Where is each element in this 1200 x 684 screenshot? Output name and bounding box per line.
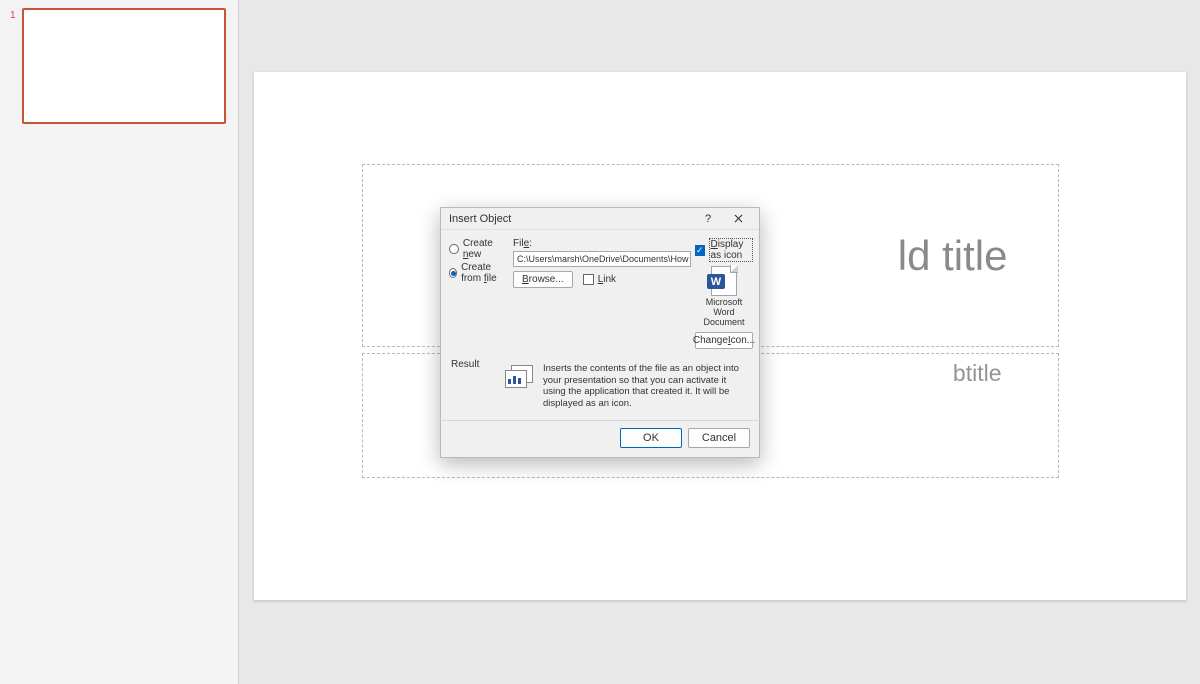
dialog-left-column: Create new Create from file File: C:\Use… xyxy=(449,238,691,349)
checkbox-icon xyxy=(695,245,705,256)
radio-create-new-label: Create new xyxy=(463,238,513,260)
checkbox-icon xyxy=(583,274,594,285)
close-button[interactable] xyxy=(723,209,753,229)
result-label: Result xyxy=(451,357,495,411)
display-as-icon-label: Display as icon xyxy=(709,238,753,262)
file-path-input[interactable]: C:\Users\marsh\OneDrive\Documents\How to… xyxy=(513,251,691,267)
slide-thumbnail-row[interactable]: 1 xyxy=(10,8,228,124)
insert-object-dialog: Insert Object ? Create new Create from f… xyxy=(440,207,760,458)
change-icon-button[interactable]: Change Icon... xyxy=(695,332,753,349)
close-icon xyxy=(734,214,743,223)
radio-create-from-file-label: Create from file xyxy=(461,262,513,284)
dialog-footer: OK Cancel xyxy=(441,421,759,457)
dialog-title: Insert Object xyxy=(449,213,693,225)
slide-number: 1 xyxy=(10,8,16,21)
slide-thumbnail[interactable] xyxy=(22,8,226,124)
browse-button[interactable]: Browse... xyxy=(513,271,573,288)
icon-caption: Microsoft Word Document xyxy=(695,298,753,328)
result-description: Inserts the contents of the file as an o… xyxy=(543,357,749,411)
dialog-right-column: Display as icon W Microsoft Word Documen… xyxy=(695,238,753,349)
dialog-titlebar[interactable]: Insert Object ? xyxy=(441,208,759,230)
radio-create-new[interactable]: Create new xyxy=(449,238,513,260)
dialog-body: Create new Create from file File: C:\Use… xyxy=(441,230,759,353)
file-label: File: xyxy=(513,238,691,249)
title-placeholder-text: ld title xyxy=(898,232,1008,280)
slide-thumbnail-panel: 1 xyxy=(0,0,239,684)
ok-button[interactable]: OK xyxy=(620,428,682,448)
display-as-icon-checkbox[interactable]: Display as icon xyxy=(695,238,753,262)
radio-create-from-file[interactable]: Create from file xyxy=(449,262,513,284)
cancel-button[interactable]: Cancel xyxy=(688,428,750,448)
word-document-icon: W xyxy=(711,266,737,296)
result-icon xyxy=(505,365,533,387)
link-label: Link xyxy=(598,274,616,285)
subtitle-placeholder-text: btitle xyxy=(953,360,1002,387)
file-path-text: C:\Users\marsh\OneDrive\Documents\How to… xyxy=(517,254,691,264)
radio-icon xyxy=(449,268,457,278)
result-section: Result Inserts the contents of the file … xyxy=(441,353,759,421)
link-checkbox[interactable]: Link xyxy=(583,274,616,285)
help-button[interactable]: ? xyxy=(693,209,723,229)
radio-icon xyxy=(449,244,459,254)
